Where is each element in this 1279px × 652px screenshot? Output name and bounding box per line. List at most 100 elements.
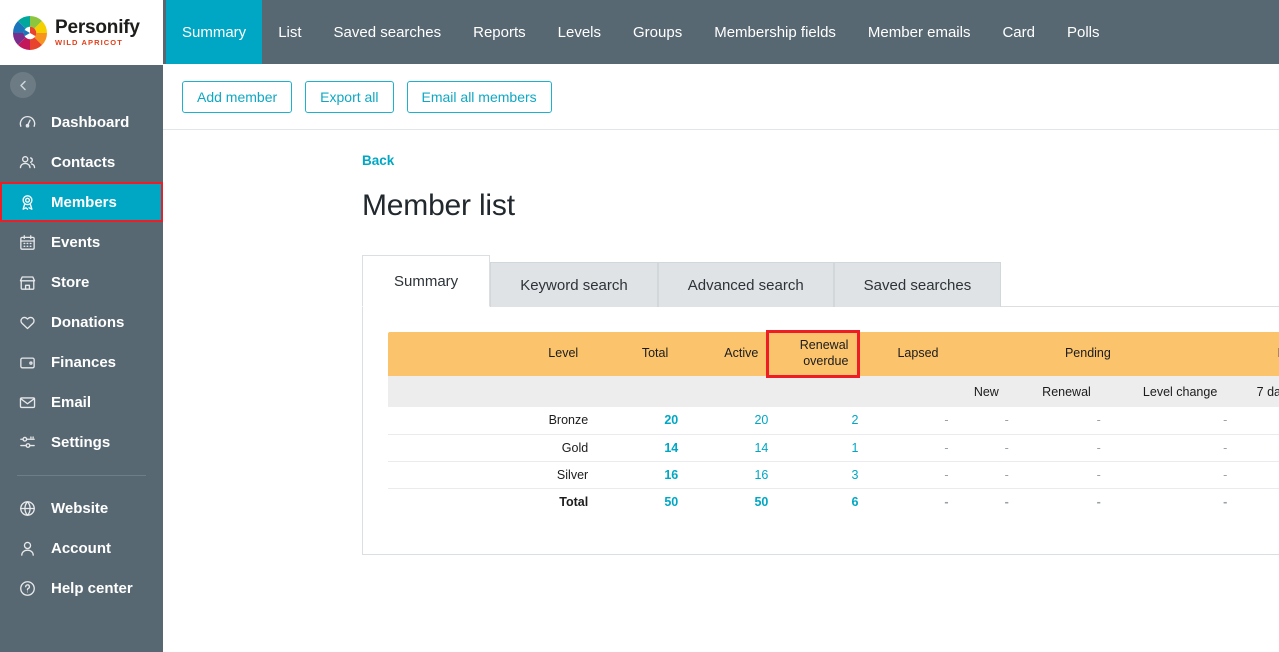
cell-pending_renewal: - xyxy=(1009,434,1101,461)
cell-pending_level_change: - xyxy=(1101,434,1227,461)
sidebar-item-label: Finances xyxy=(51,354,116,371)
tab-card[interactable]: Card xyxy=(986,0,1051,64)
cell-pending_new: - xyxy=(949,434,1009,461)
cell-pending_level_change: - xyxy=(1101,407,1227,434)
tab-saved-searches[interactable]: Saved searches xyxy=(318,0,458,64)
table-body: Bronze20202----1919Gold14141----1414Silv… xyxy=(388,407,1279,516)
action-button-bar: Add member Export all Email all members xyxy=(163,64,1279,130)
inner-tab-advanced-search[interactable]: Advanced search xyxy=(658,262,834,307)
sidebar-item-store[interactable]: Store xyxy=(0,262,163,302)
cell-pending_new: - xyxy=(949,407,1009,434)
sidebar-item-label: Email xyxy=(51,394,91,411)
cell-renewal_overdue[interactable]: 6 xyxy=(768,488,858,516)
cell-level: Gold xyxy=(388,434,588,461)
cell-active[interactable]: 14 xyxy=(678,434,768,461)
sidebar-item-donations[interactable]: Donations xyxy=(0,302,163,342)
cell-renewal_overdue[interactable]: 1 xyxy=(768,434,858,461)
chevron-left-icon xyxy=(18,80,29,91)
tab-member-emails[interactable]: Member emails xyxy=(852,0,987,64)
table-row: Silver16163----1515 xyxy=(388,461,1279,488)
cell-total[interactable]: 20 xyxy=(588,407,678,434)
collapse-sidebar-button[interactable] xyxy=(10,72,36,98)
sidebar-item-settings[interactable]: Settings xyxy=(0,422,163,462)
column-header-renewal-overdue: Renewal overdue xyxy=(768,332,858,376)
inner-tab-saved-searches[interactable]: Saved searches xyxy=(834,262,1002,307)
cell-new_7_days[interactable]: 48 xyxy=(1227,488,1279,516)
globe-icon xyxy=(17,498,37,518)
table-sub-header-row: NewRenewalLevel change7 days30 days xyxy=(388,376,1279,407)
cell-active[interactable]: 16 xyxy=(678,461,768,488)
sidebar-item-website[interactable]: Website xyxy=(0,488,163,528)
export-all-button[interactable]: Export all xyxy=(305,81,393,113)
main-area: SummaryListSaved searchesReportsLevelsGr… xyxy=(163,0,1279,652)
sidebar-item-finances[interactable]: Finances xyxy=(0,342,163,382)
sidebar-item-label: Website xyxy=(51,500,108,517)
cell-pending_new: - xyxy=(949,461,1009,488)
back-link[interactable]: Back xyxy=(362,153,394,168)
member-summary-table: LevelTotalActiveRenewal overdueLapsedPen… xyxy=(388,332,1279,516)
tab-summary[interactable]: Summary xyxy=(166,0,262,64)
sidebar-item-account[interactable]: Account xyxy=(0,528,163,568)
sub-header-empty xyxy=(768,376,858,407)
table-total-row: Total50506----4848 xyxy=(388,488,1279,516)
sidebar-item-dashboard[interactable]: Dashboard xyxy=(0,102,163,142)
cell-level: Total xyxy=(388,488,588,516)
cell-active[interactable]: 20 xyxy=(678,407,768,434)
sidebar-item-label: Account xyxy=(51,540,111,557)
cell-new_7_days[interactable]: 14 xyxy=(1227,434,1279,461)
column-header-new-in-last: New in last xyxy=(1227,332,1279,376)
cell-level: Silver xyxy=(388,461,588,488)
cell-new_7_days[interactable]: 15 xyxy=(1227,461,1279,488)
column-header-lapsed: Lapsed xyxy=(858,332,948,376)
table-row: Bronze20202----1919 xyxy=(388,407,1279,434)
person-icon xyxy=(17,538,37,558)
tab-groups[interactable]: Groups xyxy=(617,0,698,64)
tab-membership-fields[interactable]: Membership fields xyxy=(698,0,852,64)
cell-total[interactable]: 14 xyxy=(588,434,678,461)
sub-header-empty xyxy=(588,376,678,407)
app-root: Personify WILD APRICOT DashboardContacts… xyxy=(0,0,1279,652)
members-icon xyxy=(17,192,37,212)
table-head: LevelTotalActiveRenewal overdueLapsedPen… xyxy=(388,332,1279,407)
cell-level: Bronze xyxy=(388,407,588,434)
sub-header-empty xyxy=(678,376,768,407)
sidebar-item-email[interactable]: Email xyxy=(0,382,163,422)
tab-levels[interactable]: Levels xyxy=(542,0,617,64)
sidebar-item-label: Events xyxy=(51,234,100,251)
sidebar-item-contacts[interactable]: Contacts xyxy=(0,142,163,182)
dashboard-icon xyxy=(17,112,37,132)
sidebar-item-help-center[interactable]: Help center xyxy=(0,568,163,608)
cell-new_7_days[interactable]: 19 xyxy=(1227,407,1279,434)
calendar-icon xyxy=(17,232,37,252)
store-icon xyxy=(17,272,37,292)
cell-renewal_overdue[interactable]: 3 xyxy=(768,461,858,488)
wallet-icon xyxy=(17,352,37,372)
sidebar-nav: DashboardContacts Members Events Store Donat… xyxy=(0,102,163,608)
sidebar-item-label: Members xyxy=(51,194,117,211)
cell-lapsed: - xyxy=(858,488,948,516)
tab-reports[interactable]: Reports xyxy=(457,0,542,64)
inner-tab-keyword-search[interactable]: Keyword search xyxy=(490,262,658,307)
cell-renewal_overdue[interactable]: 2 xyxy=(768,407,858,434)
tab-list[interactable]: List xyxy=(262,0,317,64)
sidebar-item-members[interactable]: Members xyxy=(0,182,163,222)
sidebar-item-label: Help center xyxy=(51,580,133,597)
tab-polls[interactable]: Polls xyxy=(1051,0,1116,64)
brand-logo[interactable]: Personify WILD APRICOT xyxy=(0,0,163,65)
sidebar-item-events[interactable]: Events xyxy=(0,222,163,262)
column-header-pending: Pending xyxy=(949,332,1228,376)
sidebar-item-label: Donations xyxy=(51,314,124,331)
brand-tagline: WILD APRICOT xyxy=(55,39,140,47)
summary-panel: LevelTotalActiveRenewal overdueLapsedPen… xyxy=(362,306,1279,555)
cell-active[interactable]: 50 xyxy=(678,488,768,516)
sidebar: Personify WILD APRICOT DashboardContacts… xyxy=(0,0,163,652)
add-member-button[interactable]: Add member xyxy=(182,81,292,113)
cell-total[interactable]: 50 xyxy=(588,488,678,516)
email-all-members-button[interactable]: Email all members xyxy=(407,81,552,113)
cell-total[interactable]: 16 xyxy=(588,461,678,488)
sub-header-empty xyxy=(388,376,588,407)
table-group-header-row: LevelTotalActiveRenewal overdueLapsedPen… xyxy=(388,332,1279,376)
sliders-icon xyxy=(17,432,37,452)
inner-tab-summary[interactable]: Summary xyxy=(362,255,490,307)
page-content: Back Member list SummaryKeyword searchAd… xyxy=(163,130,1279,652)
